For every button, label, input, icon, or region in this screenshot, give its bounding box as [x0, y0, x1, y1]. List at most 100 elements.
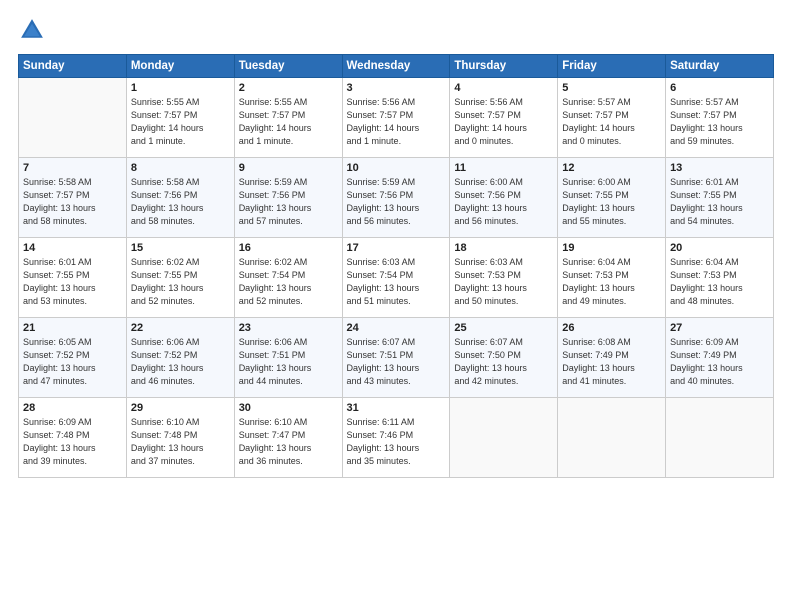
day-number: 13 [670, 162, 769, 174]
cell-info: Sunrise: 6:00 AM Sunset: 7:56 PM Dayligh… [454, 176, 553, 228]
calendar-cell: 15 Sunrise: 6:02 AM Sunset: 7:55 PM Dayli… [126, 238, 234, 318]
cell-info: Sunrise: 6:07 AM Sunset: 7:50 PM Dayligh… [454, 336, 553, 388]
header-row: SundayMondayTuesdayWednesdayThursdayFrid… [19, 55, 774, 78]
calendar-cell: 17 Sunrise: 6:03 AM Sunset: 7:54 PM Dayli… [342, 238, 450, 318]
cell-info: Sunrise: 6:01 AM Sunset: 7:55 PM Dayligh… [23, 256, 122, 308]
week-row-4: 21 Sunrise: 6:05 AM Sunset: 7:52 PM Dayli… [19, 318, 774, 398]
calendar-cell: 13Sunrise: 6:01 AM Sunset: 7:55 PM Dayli… [666, 158, 774, 238]
day-header-thursday: Thursday [450, 55, 558, 78]
day-number: 5 [562, 82, 661, 94]
calendar-cell: 4 Sunrise: 5:56 AM Sunset: 7:57 PM Daylig… [450, 78, 558, 158]
calendar-cell [558, 398, 666, 478]
week-row-3: 14 Sunrise: 6:01 AM Sunset: 7:55 PM Dayli… [19, 238, 774, 318]
cell-info: Sunrise: 6:10 AM Sunset: 7:47 PM Dayligh… [239, 416, 338, 468]
header [18, 16, 774, 44]
calendar-cell: 31 Sunrise: 6:11 AM Sunset: 7:46 PM Dayli… [342, 398, 450, 478]
cell-info: Sunrise: 6:04 AM Sunset: 7:53 PM Dayligh… [670, 256, 769, 308]
day-header-monday: Monday [126, 55, 234, 78]
day-number: 23 [239, 322, 338, 334]
cell-info: Sunrise: 5:58 AM Sunset: 7:57 PM Dayligh… [23, 176, 122, 228]
cell-info: Sunrise: 6:04 AM Sunset: 7:53 PM Dayligh… [562, 256, 661, 308]
day-number: 9 [239, 162, 338, 174]
calendar-cell: 28 Sunrise: 6:09 AM Sunset: 7:48 PM Dayli… [19, 398, 127, 478]
calendar-table: SundayMondayTuesdayWednesdayThursdayFrid… [18, 54, 774, 478]
day-number: 16 [239, 242, 338, 254]
day-header-sunday: Sunday [19, 55, 127, 78]
cell-info: Sunrise: 6:05 AM Sunset: 7:52 PM Dayligh… [23, 336, 122, 388]
day-number: 8 [131, 162, 230, 174]
cell-info: Sunrise: 6:00 AM Sunset: 7:55 PM Dayligh… [562, 176, 661, 228]
day-number: 25 [454, 322, 553, 334]
day-number: 12 [562, 162, 661, 174]
day-number: 17 [347, 242, 446, 254]
cell-info: Sunrise: 5:55 AM Sunset: 7:57 PM Dayligh… [239, 96, 338, 148]
day-number: 27 [670, 322, 769, 334]
calendar-cell: 9Sunrise: 5:59 AM Sunset: 7:56 PM Daylig… [234, 158, 342, 238]
calendar-cell: 6 Sunrise: 5:57 AM Sunset: 7:57 PM Daylig… [666, 78, 774, 158]
day-number: 22 [131, 322, 230, 334]
calendar-cell: 29 Sunrise: 6:10 AM Sunset: 7:48 PM Dayli… [126, 398, 234, 478]
cell-info: Sunrise: 5:56 AM Sunset: 7:57 PM Dayligh… [347, 96, 446, 148]
calendar-cell: 24 Sunrise: 6:07 AM Sunset: 7:51 PM Dayli… [342, 318, 450, 398]
calendar-cell: 22 Sunrise: 6:06 AM Sunset: 7:52 PM Dayli… [126, 318, 234, 398]
cell-info: Sunrise: 6:03 AM Sunset: 7:54 PM Dayligh… [347, 256, 446, 308]
calendar-cell: 5 Sunrise: 5:57 AM Sunset: 7:57 PM Daylig… [558, 78, 666, 158]
cell-info: Sunrise: 6:06 AM Sunset: 7:52 PM Dayligh… [131, 336, 230, 388]
day-header-wednesday: Wednesday [342, 55, 450, 78]
week-row-2: 7 Sunrise: 5:58 AM Sunset: 7:57 PM Daylig… [19, 158, 774, 238]
cell-info: Sunrise: 6:02 AM Sunset: 7:55 PM Dayligh… [131, 256, 230, 308]
logo-icon [18, 16, 46, 44]
day-header-tuesday: Tuesday [234, 55, 342, 78]
day-header-friday: Friday [558, 55, 666, 78]
day-number: 6 [670, 82, 769, 94]
cell-info: Sunrise: 5:56 AM Sunset: 7:57 PM Dayligh… [454, 96, 553, 148]
calendar-cell: 18Sunrise: 6:03 AM Sunset: 7:53 PM Dayli… [450, 238, 558, 318]
cell-info: Sunrise: 6:07 AM Sunset: 7:51 PM Dayligh… [347, 336, 446, 388]
calendar-cell: 27 Sunrise: 6:09 AM Sunset: 7:49 PM Dayli… [666, 318, 774, 398]
calendar-cell: 7 Sunrise: 5:58 AM Sunset: 7:57 PM Daylig… [19, 158, 127, 238]
cell-info: Sunrise: 6:03 AM Sunset: 7:53 PM Dayligh… [454, 256, 553, 308]
cell-info: Sunrise: 5:58 AM Sunset: 7:56 PM Dayligh… [131, 176, 230, 228]
cell-info: Sunrise: 6:02 AM Sunset: 7:54 PM Dayligh… [239, 256, 338, 308]
calendar-cell: 12 Sunrise: 6:00 AM Sunset: 7:55 PM Dayli… [558, 158, 666, 238]
day-number: 15 [131, 242, 230, 254]
calendar-cell [450, 398, 558, 478]
page: SundayMondayTuesdayWednesdayThursdayFrid… [0, 0, 792, 612]
day-number: 7 [23, 162, 122, 174]
week-row-5: 28 Sunrise: 6:09 AM Sunset: 7:48 PM Dayli… [19, 398, 774, 478]
day-number: 26 [562, 322, 661, 334]
cell-info: Sunrise: 5:55 AM Sunset: 7:57 PM Dayligh… [131, 96, 230, 148]
cell-info: Sunrise: 6:06 AM Sunset: 7:51 PM Dayligh… [239, 336, 338, 388]
logo [18, 16, 50, 44]
calendar-cell: 11 Sunrise: 6:00 AM Sunset: 7:56 PM Dayli… [450, 158, 558, 238]
calendar-cell [666, 398, 774, 478]
cell-info: Sunrise: 6:11 AM Sunset: 7:46 PM Dayligh… [347, 416, 446, 468]
calendar-cell: 16 Sunrise: 6:02 AM Sunset: 7:54 PM Dayli… [234, 238, 342, 318]
day-number: 31 [347, 402, 446, 414]
calendar-cell: 25 Sunrise: 6:07 AM Sunset: 7:50 PM Dayli… [450, 318, 558, 398]
week-row-1: 1Sunrise: 5:55 AM Sunset: 7:57 PM Daylig… [19, 78, 774, 158]
day-number: 4 [454, 82, 553, 94]
day-number: 10 [347, 162, 446, 174]
calendar-cell: 10Sunrise: 5:59 AM Sunset: 7:56 PM Dayli… [342, 158, 450, 238]
cell-info: Sunrise: 6:09 AM Sunset: 7:48 PM Dayligh… [23, 416, 122, 468]
day-number: 29 [131, 402, 230, 414]
day-number: 28 [23, 402, 122, 414]
calendar-cell: 3 Sunrise: 5:56 AM Sunset: 7:57 PM Daylig… [342, 78, 450, 158]
day-number: 24 [347, 322, 446, 334]
calendar-cell: 19 Sunrise: 6:04 AM Sunset: 7:53 PM Dayli… [558, 238, 666, 318]
day-number: 19 [562, 242, 661, 254]
cell-info: Sunrise: 6:09 AM Sunset: 7:49 PM Dayligh… [670, 336, 769, 388]
day-number: 14 [23, 242, 122, 254]
cell-info: Sunrise: 6:08 AM Sunset: 7:49 PM Dayligh… [562, 336, 661, 388]
day-number: 20 [670, 242, 769, 254]
calendar-cell: 2Sunrise: 5:55 AM Sunset: 7:57 PM Daylig… [234, 78, 342, 158]
day-number: 11 [454, 162, 553, 174]
cell-info: Sunrise: 6:10 AM Sunset: 7:48 PM Dayligh… [131, 416, 230, 468]
day-number: 21 [23, 322, 122, 334]
cell-info: Sunrise: 5:57 AM Sunset: 7:57 PM Dayligh… [562, 96, 661, 148]
day-number: 3 [347, 82, 446, 94]
calendar-cell: 26 Sunrise: 6:08 AM Sunset: 7:49 PM Dayli… [558, 318, 666, 398]
day-header-saturday: Saturday [666, 55, 774, 78]
cell-info: Sunrise: 5:57 AM Sunset: 7:57 PM Dayligh… [670, 96, 769, 148]
